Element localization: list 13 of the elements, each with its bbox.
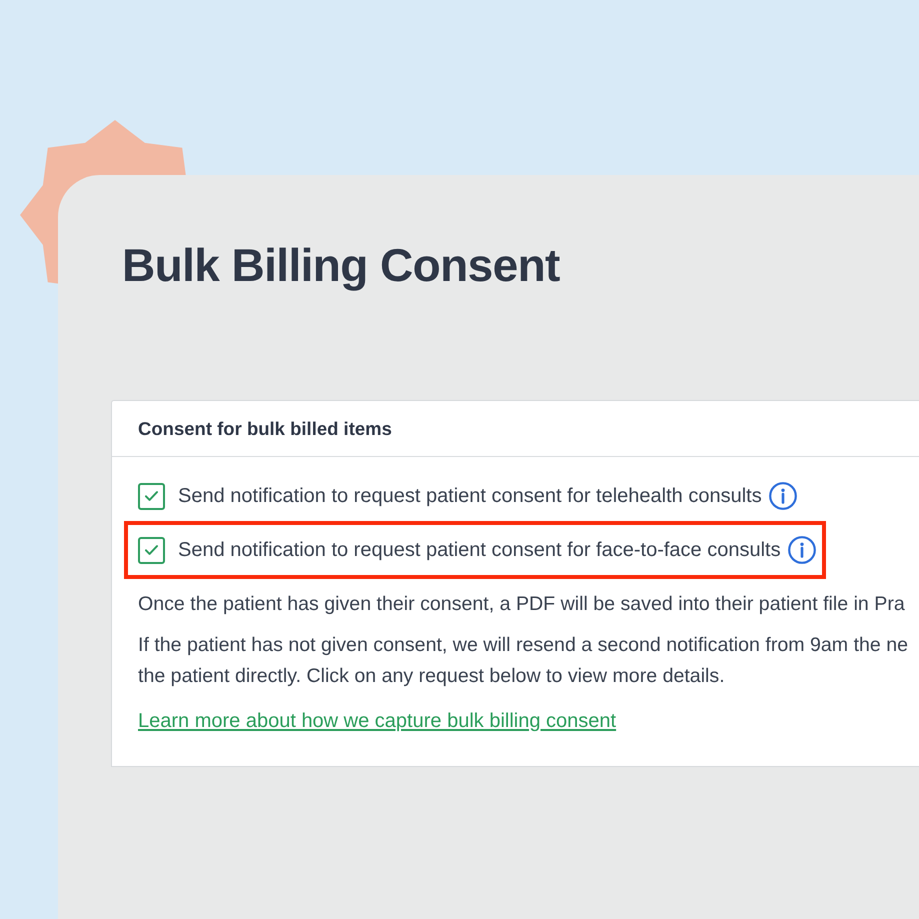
card-heading: Consent for bulk billed items: [138, 416, 392, 441]
checkmark-icon: [145, 545, 158, 555]
info-paragraph: If the patient has not given consent, we will resend a second notification from 9am the ne the patient directly. Click on any request below to view more details.: [138, 633, 908, 689]
checkmark-icon: [145, 491, 158, 501]
option-label: Send notification to request patient consent for face-to-face consults: [178, 538, 781, 563]
checkbox[interactable]: [138, 536, 165, 564]
checkbox[interactable]: [138, 482, 165, 510]
info-icon[interactable]: [788, 536, 816, 564]
info-icon[interactable]: [768, 482, 797, 510]
option-label: Send notification to request patient consent for telehealth consults: [178, 484, 762, 509]
learn-more-link[interactable]: Learn more about how we capture bulk billing consent: [138, 706, 616, 736]
page-title: Bulk Billing Consent: [122, 238, 560, 293]
info-paragraph: Once the patient has given their consent, a PDF will be saved into their patient file in Pra: [138, 592, 905, 617]
